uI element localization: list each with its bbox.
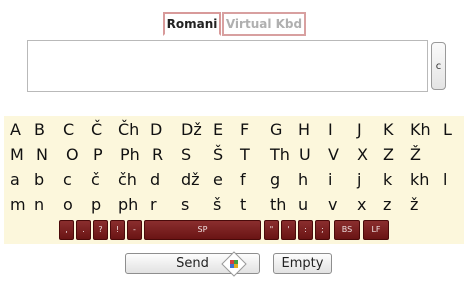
key[interactable]: V xyxy=(328,144,339,166)
text-input[interactable] xyxy=(27,40,428,92)
key[interactable]: ph xyxy=(118,194,138,216)
tab-romani[interactable]: Romani xyxy=(163,12,221,36)
key[interactable]: G xyxy=(270,119,282,141)
key[interactable]: i xyxy=(328,169,332,191)
function-key[interactable]: ; xyxy=(315,220,330,240)
key[interactable]: j xyxy=(357,169,361,191)
tab-virtual-kbd[interactable]: Virtual Kbd xyxy=(222,12,306,36)
function-key[interactable]: , xyxy=(59,220,74,240)
key[interactable]: b xyxy=(34,169,44,191)
key[interactable]: L xyxy=(443,119,452,141)
key[interactable]: p xyxy=(91,194,101,216)
key[interactable]: O xyxy=(66,144,79,166)
key[interactable]: Dž xyxy=(181,119,202,141)
key[interactable]: I xyxy=(328,119,333,141)
key[interactable]: c xyxy=(63,169,72,191)
key[interactable]: v xyxy=(328,194,337,216)
function-key[interactable]: ? xyxy=(93,220,108,240)
virtual-keyboard: A B C Č Čh D Dž E F G H I J K Kh L M N O P Ph R S Š T Th U V X Z Ž ab… xyxy=(4,116,464,244)
key[interactable]: S xyxy=(181,144,191,166)
key[interactable]: B xyxy=(34,119,45,141)
key[interactable]: čh xyxy=(118,169,137,191)
key[interactable]: Z xyxy=(383,144,394,166)
key[interactable]: kh xyxy=(410,169,429,191)
key[interactable]: n xyxy=(34,194,44,216)
key[interactable]: s xyxy=(181,194,189,216)
key[interactable]: e xyxy=(213,169,223,191)
key[interactable]: R xyxy=(152,144,163,166)
key[interactable]: Ph xyxy=(120,144,140,166)
key[interactable]: x xyxy=(357,194,366,216)
function-key[interactable]: LF xyxy=(363,220,389,240)
key[interactable]: h xyxy=(298,169,308,191)
key[interactable]: Ž xyxy=(410,144,421,166)
key[interactable]: š xyxy=(213,194,221,216)
key[interactable]: r xyxy=(150,194,157,216)
key[interactable]: d xyxy=(150,169,160,191)
empty-button[interactable]: Empty xyxy=(273,253,332,274)
function-key[interactable]: SP xyxy=(144,220,261,240)
key[interactable]: Č xyxy=(91,119,102,141)
key[interactable]: Th xyxy=(270,144,290,166)
tab-bar: Romani Virtual Kbd xyxy=(0,12,469,36)
key[interactable]: k xyxy=(383,169,392,191)
key[interactable]: F xyxy=(240,119,249,141)
key[interactable]: P xyxy=(93,144,103,166)
key[interactable]: a xyxy=(10,169,20,191)
key[interactable]: N xyxy=(36,144,48,166)
function-key[interactable]: BS xyxy=(334,220,360,240)
key[interactable]: K xyxy=(383,119,394,141)
key[interactable]: dž xyxy=(181,169,200,191)
clear-button[interactable]: c xyxy=(431,42,446,90)
function-key[interactable]: " xyxy=(264,220,279,240)
key[interactable]: ž xyxy=(410,194,418,216)
function-key-row: ,.?! - SP " ':; BS LF xyxy=(59,220,417,240)
key[interactable]: z xyxy=(383,194,391,216)
function-key[interactable]: - xyxy=(127,220,142,240)
key[interactable]: H xyxy=(298,119,310,141)
key[interactable]: E xyxy=(213,119,223,141)
key[interactable]: J xyxy=(357,119,362,141)
key[interactable]: M xyxy=(10,144,24,166)
key[interactable]: D xyxy=(150,119,162,141)
key[interactable]: u xyxy=(298,194,308,216)
key[interactable]: X xyxy=(357,144,368,166)
key[interactable]: f xyxy=(240,169,246,191)
key[interactable]: Š xyxy=(213,144,223,166)
key[interactable]: T xyxy=(240,144,250,166)
key[interactable]: U xyxy=(299,144,311,166)
function-key[interactable]: ! xyxy=(110,220,125,240)
key[interactable]: g xyxy=(270,169,280,191)
key[interactable]: o xyxy=(63,194,73,216)
key[interactable]: C xyxy=(63,119,74,141)
function-key[interactable]: ' xyxy=(281,220,296,240)
key[interactable]: A xyxy=(10,119,21,141)
function-key[interactable]: . xyxy=(76,220,91,240)
function-key[interactable]: : xyxy=(298,220,313,240)
key[interactable]: t xyxy=(240,194,246,216)
key[interactable]: th xyxy=(270,194,286,216)
key[interactable]: m xyxy=(10,194,26,216)
key[interactable]: Čh xyxy=(118,119,139,141)
logo-icon xyxy=(221,251,247,277)
key[interactable]: l xyxy=(443,169,447,191)
key[interactable]: Kh xyxy=(410,119,431,141)
key[interactable]: č xyxy=(91,169,100,191)
